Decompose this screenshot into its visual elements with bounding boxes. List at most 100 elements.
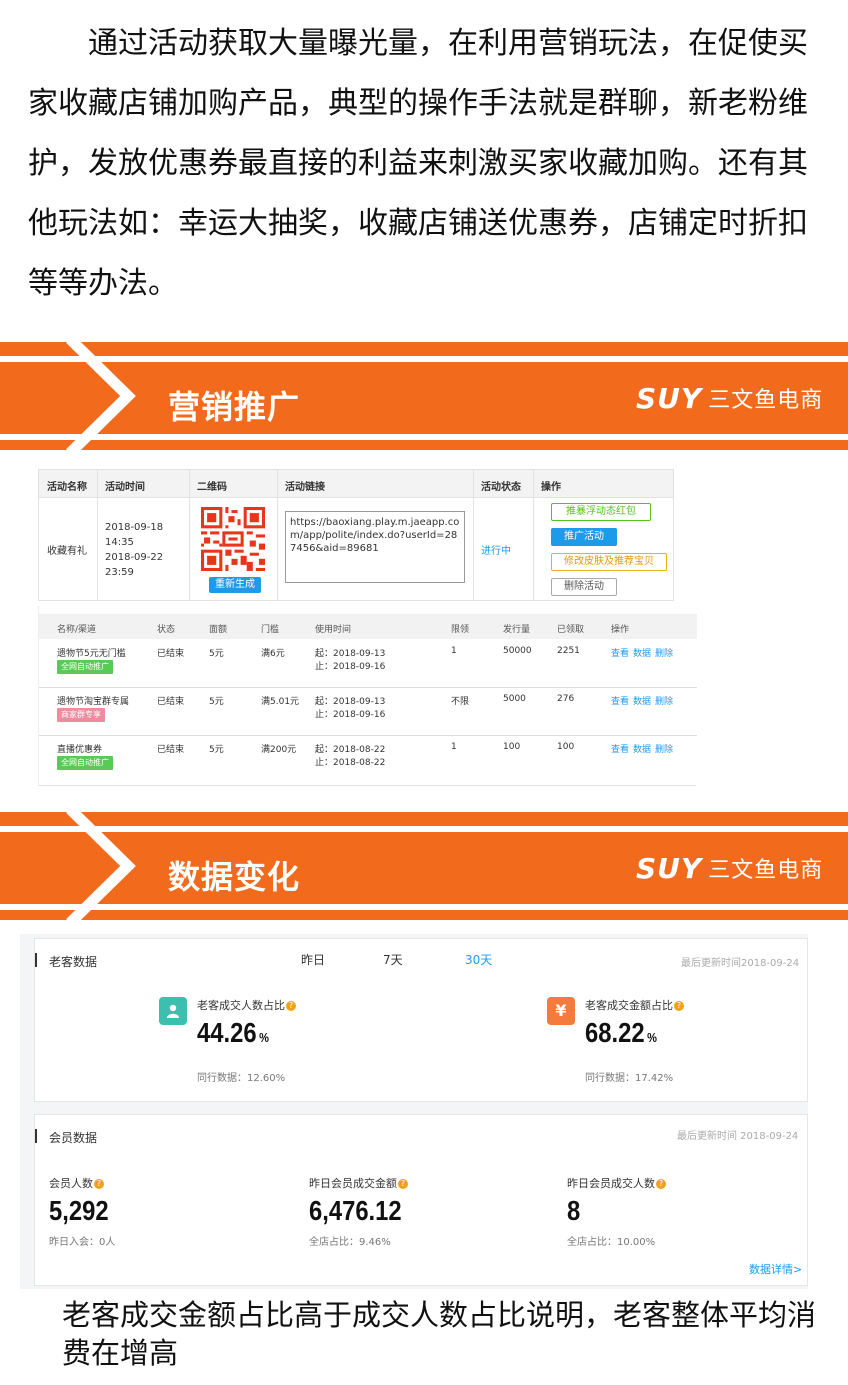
coupon-threshold: 满6元 bbox=[261, 649, 285, 659]
regenerate-button[interactable]: 重新生成 bbox=[209, 577, 261, 593]
view-link[interactable]: 查看 bbox=[611, 742, 629, 755]
col-header: 活动时间 bbox=[105, 482, 145, 493]
coupon-start: 起：2018-09-13 bbox=[315, 649, 386, 659]
metric-sub: 昨日入会：0人 bbox=[49, 1237, 116, 1248]
tab-7days[interactable]: 7天 bbox=[383, 951, 403, 968]
activity-name: 收藏有礼 bbox=[47, 546, 87, 557]
activity-status: 进行中 bbox=[481, 546, 511, 557]
metric-sub: 全店占比：9.46% bbox=[309, 1237, 391, 1248]
col-header: 活动名称 bbox=[47, 482, 87, 493]
metric-label: 老客成交人数占比? bbox=[197, 997, 296, 1013]
tab-30days[interactable]: 30天 bbox=[465, 951, 492, 968]
help-icon[interactable]: ? bbox=[656, 1179, 666, 1189]
help-icon[interactable]: ? bbox=[94, 1179, 104, 1189]
delete-activity-button[interactable]: 删除活动 bbox=[551, 578, 617, 596]
help-icon[interactable]: ? bbox=[398, 1179, 408, 1189]
brand-logo: SUY 三文鱼电商 bbox=[636, 852, 824, 885]
coupon-end: 止：2018-09-16 bbox=[315, 710, 386, 720]
brand-logo: SUY 三文鱼电商 bbox=[636, 382, 824, 415]
value-text: 68.22 bbox=[585, 1017, 645, 1048]
value-text: 44.26 bbox=[197, 1017, 257, 1048]
data-panel: 老客数据 昨日 7天 30天 最后更新时间2018-09-24 老客成交人数占比… bbox=[20, 934, 808, 1289]
banner-title: 数据变化 bbox=[168, 858, 301, 896]
coupon-start: 起：2018-08-22 bbox=[315, 745, 386, 755]
data-link[interactable]: 数据 bbox=[633, 742, 651, 755]
coupon-claimed: 100 bbox=[557, 742, 575, 752]
coupon-name: 直播优惠券 bbox=[57, 745, 103, 755]
divider bbox=[97, 470, 98, 600]
view-link[interactable]: 查看 bbox=[611, 694, 629, 707]
promote-activity-button[interactable]: 推广活动 bbox=[551, 528, 617, 546]
col-header: 面额 bbox=[209, 625, 228, 635]
data-detail-link[interactable]: 数据详情> bbox=[749, 1261, 802, 1277]
coupon-amount: 5元 bbox=[209, 697, 224, 707]
coupon-amount: 5元 bbox=[209, 745, 224, 755]
metric-label: 会员人数? bbox=[49, 1175, 104, 1191]
col-header: 操作 bbox=[541, 482, 561, 493]
divider bbox=[533, 470, 534, 600]
unit: % bbox=[647, 1030, 657, 1045]
metric-value: 6,476.12 bbox=[309, 1195, 402, 1226]
peer-data: 同行数据：17.42% bbox=[585, 1073, 674, 1084]
time-line: 23:59 bbox=[105, 567, 134, 578]
coupon-limit: 1 bbox=[451, 742, 457, 752]
chevron-icon bbox=[66, 809, 136, 923]
col-header: 操作 bbox=[611, 625, 630, 635]
view-link[interactable]: 查看 bbox=[611, 646, 629, 659]
coupon-limit: 1 bbox=[451, 646, 457, 656]
col-header: 已领取 bbox=[557, 625, 585, 635]
card-title: 会员数据 bbox=[49, 1131, 98, 1145]
edit-skin-button[interactable]: 修改皮肤及推荐宝贝 bbox=[551, 553, 667, 571]
col-header: 发行量 bbox=[503, 625, 531, 635]
intro-text: 通过活动获取大量曝光量，在利用营销玩法，在促使买家收藏店铺加购产品，典型的操作手… bbox=[28, 26, 808, 301]
metric-value: 44.26% bbox=[197, 1017, 269, 1049]
chevron-icon bbox=[66, 339, 136, 453]
peer-data: 同行数据：12.60% bbox=[197, 1073, 286, 1084]
metric-label-text: 老客成交人数占比 bbox=[197, 999, 285, 1012]
logo-cn: 三文鱼电商 bbox=[708, 388, 824, 413]
banner-marketing: 营销推广 SUY 三文鱼电商 bbox=[0, 339, 848, 453]
coupon-table: 名称/渠道 状态 面额 门槛 使用时间 限领 发行量 已领取 操作 遗物节5元无… bbox=[38, 606, 697, 786]
col-header: 二维码 bbox=[197, 482, 227, 493]
coupon-threshold: 满200元 bbox=[261, 745, 297, 755]
coupon-issued: 50000 bbox=[503, 646, 532, 656]
delete-link[interactable]: 删除 bbox=[655, 646, 673, 659]
divider bbox=[473, 470, 474, 600]
activity-link-field[interactable]: https://baoxiang.play.m.jaeapp.com/app/p… bbox=[285, 511, 465, 583]
coupon-name: 遗物节淘宝群专属 bbox=[57, 697, 130, 707]
tab-yesterday[interactable]: 昨日 bbox=[301, 951, 325, 968]
coupon-status: 已结束 bbox=[157, 697, 185, 707]
help-icon[interactable]: ? bbox=[674, 1001, 684, 1011]
delete-link[interactable]: 删除 bbox=[655, 694, 673, 707]
metric-value: 68.22% bbox=[585, 1017, 657, 1049]
intro-paragraph: 通过活动获取大量曝光量，在利用营销玩法，在促使买家收藏店铺加购产品，典型的操作手… bbox=[28, 14, 828, 314]
coupon-limit: 不限 bbox=[451, 697, 470, 707]
coupon-row: 遗物节淘宝群专属 商家群专享 已结束 5元 满5.01元 起：2018-09-1… bbox=[39, 688, 697, 736]
data-link[interactable]: 数据 bbox=[633, 694, 651, 707]
card-title: 老客数据 bbox=[49, 955, 98, 969]
delete-link[interactable]: 删除 bbox=[655, 742, 673, 755]
activity-table-header: 活动名称 活动时间 二维码 活动链接 活动状态 操作 bbox=[39, 470, 673, 498]
time-line: 2018-09-18 bbox=[105, 522, 164, 533]
coupon-claimed: 276 bbox=[557, 694, 575, 704]
coupon-claimed: 2251 bbox=[557, 646, 580, 656]
help-icon[interactable]: ? bbox=[286, 1001, 296, 1011]
metric-label-text: 昨日会员成交人数 bbox=[567, 1177, 655, 1190]
coupon-row: 遗物节5元无门槛 全网自动推广 已结束 5元 满6元 起：2018-09-13 … bbox=[39, 640, 697, 688]
member-card: 会员数据 最后更新时间 2018-09-24 会员人数? 5,292 昨日入会：… bbox=[34, 1114, 808, 1286]
logo-cn: 三文鱼电商 bbox=[708, 858, 824, 883]
coupon-row: 直播优惠券 全网自动推广 已结束 5元 满200元 起：2018-08-22 止… bbox=[39, 736, 697, 784]
col-header: 活动链接 bbox=[285, 482, 325, 493]
title-bar bbox=[35, 953, 37, 967]
metric-label: 昨日会员成交金额? bbox=[309, 1175, 408, 1191]
coupon-end: 止：2018-08-22 bbox=[315, 758, 386, 768]
coupon-threshold: 满5.01元 bbox=[261, 697, 300, 707]
metric-label: 老客成交金额占比? bbox=[585, 997, 684, 1013]
divider bbox=[189, 470, 190, 600]
data-link[interactable]: 数据 bbox=[633, 646, 651, 659]
coupon-start: 起：2018-09-13 bbox=[315, 697, 386, 707]
coupon-table-header: 名称/渠道 状态 面额 门槛 使用时间 限领 发行量 已领取 操作 bbox=[39, 614, 697, 639]
outro-paragraph: 老客成交金额占比高于成交人数占比说明，老客整体平均消费在增高 bbox=[62, 1298, 817, 1370]
push-red-packet-button[interactable]: 推暴浮动态红包 bbox=[551, 503, 651, 521]
coupon-issued: 5000 bbox=[503, 694, 526, 704]
